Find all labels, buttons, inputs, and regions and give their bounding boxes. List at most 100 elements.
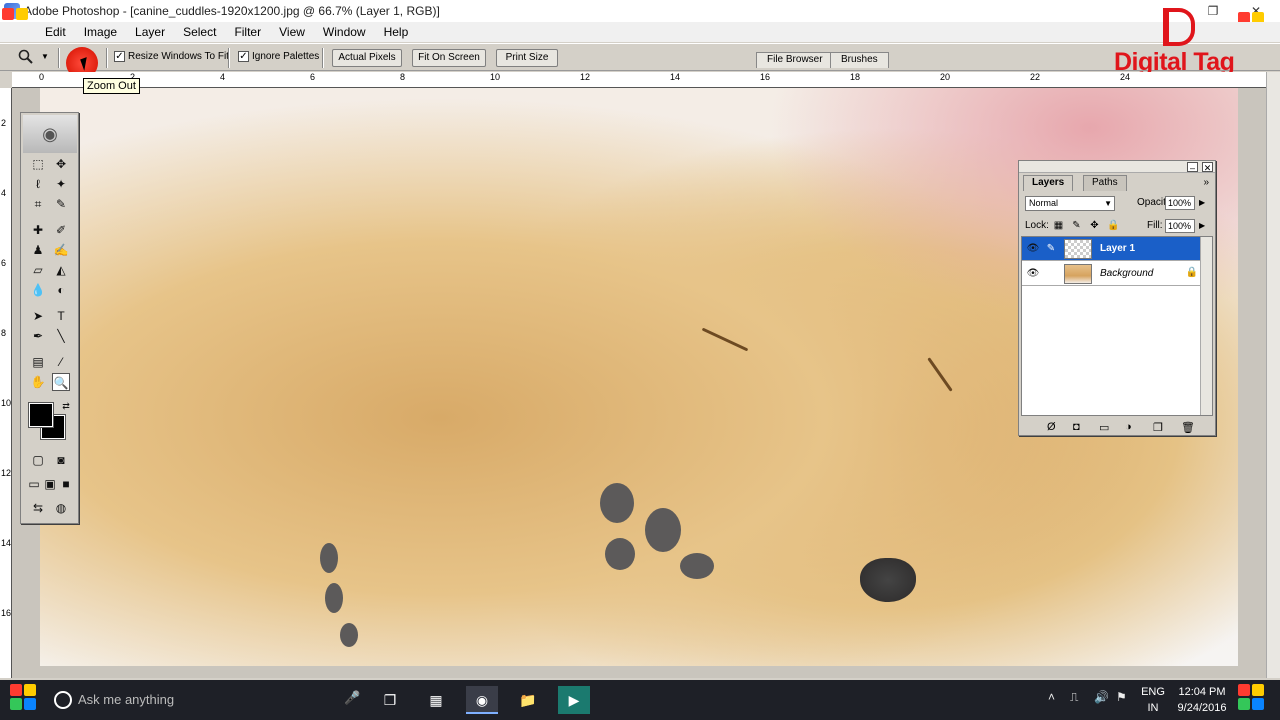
menu-window[interactable]: Window bbox=[314, 25, 375, 39]
path-select-icon[interactable]: ➤ bbox=[29, 307, 47, 325]
paint-bucket-icon[interactable]: ◭ bbox=[52, 261, 70, 279]
delete-layer-icon[interactable]: 🗑 bbox=[1181, 421, 1195, 434]
notes-tool-icon[interactable]: ▤ bbox=[29, 353, 47, 371]
photoshop-eye-icon[interactable]: ◉ bbox=[23, 115, 77, 153]
taskbar-search-input[interactable]: Ask me anything bbox=[78, 692, 174, 707]
layer-brush-icon[interactable]: ✎ bbox=[1044, 242, 1058, 256]
crop-tool-icon[interactable]: ⌗ bbox=[29, 195, 47, 213]
type-tool-icon[interactable]: T bbox=[52, 307, 70, 325]
restore-window-button[interactable]: ❐ bbox=[1203, 3, 1223, 19]
healing-brush-icon[interactable]: ✚ bbox=[29, 221, 47, 239]
quick-mask-icon[interactable]: ◙ bbox=[52, 451, 70, 469]
marquee-tool-icon[interactable]: ⬚ bbox=[29, 155, 47, 173]
ruler-top-label: 8 bbox=[400, 72, 406, 82]
blur-tool-icon[interactable]: 💧 bbox=[29, 281, 47, 299]
photoshop-taskbar-icon[interactable]: ◉ bbox=[466, 686, 498, 714]
eraser-tool-icon[interactable]: ▱ bbox=[29, 261, 47, 279]
paw-pad bbox=[320, 543, 338, 573]
vertical-scrollbar[interactable] bbox=[1266, 72, 1280, 678]
close-palette-button[interactable]: ✕ bbox=[1202, 162, 1213, 173]
tab-layers[interactable]: Layers bbox=[1023, 175, 1074, 191]
menu-layer[interactable]: Layer bbox=[126, 25, 174, 39]
pen-tool-icon[interactable]: ✒ bbox=[29, 327, 47, 345]
brush-tool-icon[interactable]: ✐ bbox=[52, 221, 70, 239]
print-size-button[interactable]: Print Size bbox=[496, 49, 558, 67]
imageready-icon[interactable]: ◍ bbox=[52, 499, 70, 517]
standard-mode-icon[interactable]: ▢ bbox=[29, 451, 47, 469]
eyedropper-icon[interactable]: ⁄ bbox=[52, 353, 70, 371]
dodge-tool-icon[interactable]: ◐ bbox=[52, 281, 70, 299]
taskbar-clock[interactable]: 12:04 PM 9/24/2016 bbox=[1172, 684, 1232, 716]
lasso-tool-icon[interactable]: ℓ bbox=[29, 175, 47, 193]
resize-windows-checkbox[interactable]: ✓ Resize Windows To Fit bbox=[114, 51, 229, 62]
lock-all-icon[interactable]: 🔒 bbox=[1107, 220, 1119, 231]
ignore-palettes-check-box[interactable]: ✓ bbox=[238, 51, 249, 62]
lock-transparency-icon[interactable]: ▦ bbox=[1053, 220, 1064, 231]
line-tool-icon[interactable]: ╲ bbox=[52, 327, 70, 345]
fill-field[interactable]: 100% bbox=[1165, 219, 1195, 233]
show-hidden-icons-icon[interactable]: ˄ bbox=[1048, 690, 1055, 704]
foreground-color-swatch[interactable] bbox=[28, 402, 54, 428]
fill-slider-arrow-icon[interactable]: ▶ bbox=[1199, 221, 1205, 230]
clock-time: 12:04 PM bbox=[1178, 686, 1226, 698]
menu-image[interactable]: Image bbox=[75, 25, 126, 39]
opacity-slider-arrow-icon[interactable]: ▶ bbox=[1199, 198, 1205, 207]
tab-paths[interactable]: Paths bbox=[1083, 175, 1127, 191]
ruler-top-label: 22 bbox=[1030, 72, 1041, 82]
language-region: IN bbox=[1147, 702, 1159, 714]
move-tool-icon[interactable]: ✥ bbox=[52, 155, 70, 173]
opacity-field[interactable]: 100% bbox=[1165, 196, 1195, 210]
new-set-icon[interactable]: ▭ bbox=[1099, 421, 1109, 434]
store-app-icon[interactable]: ▦ bbox=[420, 686, 452, 714]
layer-row-layer-1[interactable]: 👁 ✎ Layer 1 bbox=[1022, 237, 1202, 261]
volume-icon[interactable]: 🔊 bbox=[1094, 690, 1109, 704]
minimize-palette-button[interactable]: – bbox=[1187, 162, 1198, 173]
file-explorer-icon[interactable]: 📁 bbox=[512, 686, 544, 714]
add-mask-icon[interactable]: ◘ bbox=[1073, 421, 1080, 433]
menu-select[interactable]: Select bbox=[174, 25, 225, 39]
layer-list-scrollbar[interactable] bbox=[1200, 237, 1212, 415]
input-language[interactable]: ENG IN bbox=[1138, 684, 1168, 716]
layer-link-icon[interactable] bbox=[1044, 267, 1058, 281]
task-view-icon[interactable]: ❐ bbox=[374, 686, 406, 714]
layer-style-icon[interactable]: Ø bbox=[1047, 421, 1056, 433]
lock-image-icon[interactable]: ✎ bbox=[1071, 220, 1082, 231]
network-icon[interactable]: ⎍ bbox=[1070, 690, 1078, 705]
tool-preset-dropdown-icon[interactable]: ▼ bbox=[41, 52, 49, 61]
screen-mode-full-icon[interactable]: ■ bbox=[57, 475, 75, 493]
resize-windows-check-box[interactable]: ✓ bbox=[114, 51, 125, 62]
menu-edit[interactable]: Edit bbox=[36, 25, 75, 39]
visibility-eye-icon[interactable]: 👁 bbox=[1026, 268, 1040, 279]
clone-stamp-icon[interactable]: ♟ bbox=[29, 241, 47, 259]
visibility-eye-icon[interactable]: 👁 bbox=[1026, 243, 1040, 254]
cortana-icon[interactable] bbox=[54, 691, 72, 709]
layer-row-background[interactable]: 👁 Background 🔒 bbox=[1022, 262, 1202, 286]
hand-tool-icon[interactable]: ✋ bbox=[29, 373, 47, 391]
slice-tool-icon[interactable]: ✎ bbox=[52, 195, 70, 213]
fit-on-screen-button[interactable]: Fit On Screen bbox=[412, 49, 486, 67]
ruler-top-label: 16 bbox=[760, 72, 771, 82]
history-brush-icon[interactable]: ✍ bbox=[52, 241, 70, 259]
notification-flag-icon[interactable]: ⚑ bbox=[1116, 690, 1127, 704]
menu-help[interactable]: Help bbox=[375, 25, 418, 39]
file-browser-tab[interactable]: File Browser bbox=[756, 52, 834, 68]
menu-filter[interactable]: Filter bbox=[225, 25, 270, 39]
media-app-icon[interactable]: ▶ bbox=[558, 686, 590, 714]
swap-colors-icon[interactable]: ⇄ bbox=[57, 397, 75, 415]
microphone-icon[interactable]: 🎤 bbox=[344, 690, 360, 706]
brushes-tab[interactable]: Brushes bbox=[830, 52, 889, 68]
ignore-palettes-checkbox[interactable]: ✓ Ignore Palettes bbox=[238, 51, 319, 62]
jump-to-imageready-icon[interactable]: ⇆ bbox=[29, 499, 47, 517]
actual-pixels-button[interactable]: Actual Pixels bbox=[332, 49, 402, 67]
lock-position-icon[interactable]: ✥ bbox=[1089, 220, 1100, 231]
adjustment-layer-icon[interactable]: ◑ bbox=[1125, 421, 1132, 433]
zoom-tool-icon[interactable] bbox=[18, 49, 34, 65]
blend-mode-select[interactable]: Normal ▼ bbox=[1025, 196, 1115, 211]
menu-view[interactable]: View bbox=[270, 25, 314, 39]
ruler-top-label: 18 bbox=[850, 72, 861, 82]
magic-wand-icon[interactable]: ✦ bbox=[52, 175, 70, 193]
palette-menu-icon[interactable]: » bbox=[1203, 177, 1209, 188]
new-layer-icon[interactable]: ❐ bbox=[1153, 421, 1163, 434]
zoom-tool-active-icon[interactable]: 🔍 bbox=[52, 373, 70, 391]
layers-palette-titlebar[interactable] bbox=[1019, 161, 1215, 173]
